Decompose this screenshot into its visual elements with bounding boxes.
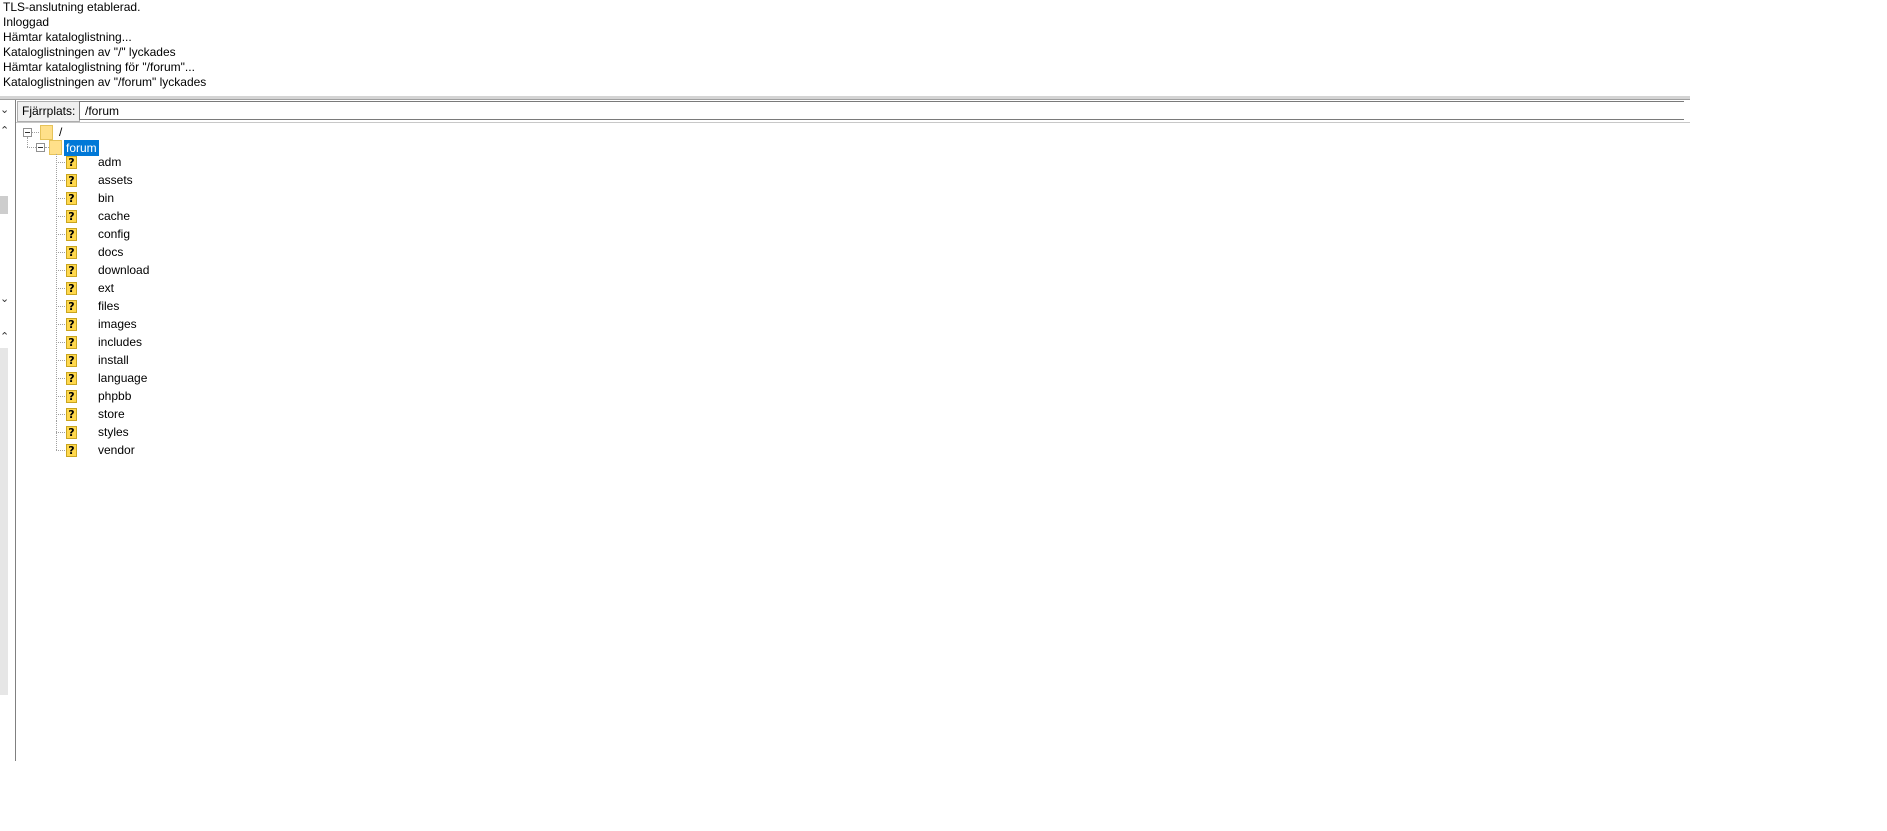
log-line: TLS-anslutning etablerad. [3, 0, 141, 14]
folder-icon [40, 125, 53, 140]
unknown-folder-icon: ? [66, 246, 77, 259]
tree-connector [56, 306, 65, 307]
tree-connector [56, 216, 65, 217]
unknown-folder-icon: ? [66, 318, 77, 331]
tree-connector [56, 360, 65, 361]
tree-connector [56, 342, 65, 343]
remote-path-input[interactable] [79, 101, 1684, 120]
tree-node-child[interactable]: store [96, 406, 127, 422]
tree-connector [32, 132, 39, 133]
tree-node-child[interactable]: vendor [96, 442, 137, 458]
message-log[interactable]: TLS-anslutning etablerad. Inloggad Hämta… [0, 0, 1690, 95]
unknown-folder-icon: ? [66, 444, 77, 457]
tree-connector [56, 198, 65, 199]
unknown-folder-icon: ? [66, 210, 77, 223]
tree-connector [56, 378, 65, 379]
unknown-folder-icon: ? [66, 408, 77, 421]
remote-directory-tree[interactable]: / forum ? adm ? assets ? bin ? cache ? c… [16, 123, 1690, 763]
tree-connector [56, 270, 65, 271]
remote-path-bar: Fjärrplats: [16, 100, 1690, 123]
tree-connector [56, 421, 57, 450]
tree-connector [56, 450, 65, 451]
unknown-folder-icon: ? [66, 228, 77, 241]
unknown-folder-icon: ? [66, 300, 77, 313]
log-line: Hämtar kataloglistning för "/forum"... [3, 60, 195, 74]
tree-node-child[interactable]: assets [96, 172, 135, 188]
tree-connector [56, 396, 65, 397]
tree-node-child[interactable]: files [96, 298, 121, 314]
tree-node-child[interactable]: ext [96, 280, 116, 296]
unknown-folder-icon: ? [66, 264, 77, 277]
tree-node-child[interactable]: includes [96, 334, 144, 350]
tree-node-child[interactable]: docs [96, 244, 125, 260]
scrollbar-track[interactable] [0, 348, 8, 695]
unknown-folder-icon: ? [66, 390, 77, 403]
tree-connector [27, 147, 36, 148]
unknown-folder-icon: ? [66, 354, 77, 367]
chevron-down-icon[interactable]: ⌄ [0, 104, 10, 116]
local-pane-edge: ⌄ ⌃ ⌄ ⌃ [0, 100, 16, 761]
tree-node-forum[interactable]: forum [64, 140, 99, 156]
unknown-folder-icon: ? [66, 192, 77, 205]
log-line: Kataloglistningen av "/" lyckades [3, 45, 176, 59]
tree-connector [27, 137, 28, 147]
unknown-folder-icon: ? [66, 156, 77, 169]
chevron-up-icon[interactable]: ⌃ [0, 331, 10, 343]
tree-connector [56, 324, 65, 325]
log-line: Hämtar kataloglistning... [3, 30, 132, 44]
tree-connector [56, 414, 65, 415]
tree-connector [56, 432, 65, 433]
unknown-folder-icon: ? [66, 336, 77, 349]
tree-node-child[interactable]: bin [96, 190, 116, 206]
tree-connector [56, 180, 65, 181]
unknown-folder-icon: ? [66, 282, 77, 295]
tree-node-child[interactable]: download [96, 262, 151, 278]
log-line: Inloggad [3, 15, 50, 29]
tree-connector [56, 288, 65, 289]
tree-connector [56, 252, 65, 253]
chevron-up-icon[interactable]: ⌃ [0, 125, 10, 137]
collapse-toggle[interactable] [23, 128, 32, 137]
collapse-toggle[interactable] [36, 143, 45, 152]
tree-connector [56, 162, 65, 163]
unknown-folder-icon: ? [66, 174, 77, 187]
unknown-folder-icon: ? [66, 426, 77, 439]
chevron-down-icon[interactable]: ⌄ [0, 293, 10, 305]
unknown-folder-icon: ? [66, 372, 77, 385]
tree-node-child[interactable]: styles [96, 424, 131, 440]
ftp-client-window: TLS-anslutning etablerad. Inloggad Hämta… [0, 0, 1887, 831]
folder-icon [49, 140, 62, 155]
tree-node-child[interactable]: cache [96, 208, 132, 224]
tree-node-child[interactable]: install [96, 352, 131, 368]
log-line: Kataloglistningen av "/forum" lyckades [3, 75, 207, 89]
tree-node-child[interactable]: language [96, 370, 149, 386]
tree-node-child[interactable]: phpbb [96, 388, 133, 404]
remote-path-label: Fjärrplats: [17, 101, 81, 122]
tree-node-child[interactable]: adm [96, 154, 123, 170]
tree-node-root[interactable]: / [57, 124, 64, 140]
tree-node-child[interactable]: images [96, 316, 139, 332]
scrollbar-thumb[interactable] [0, 196, 8, 214]
tree-node-child[interactable]: config [96, 226, 132, 242]
tree-connector [56, 234, 65, 235]
